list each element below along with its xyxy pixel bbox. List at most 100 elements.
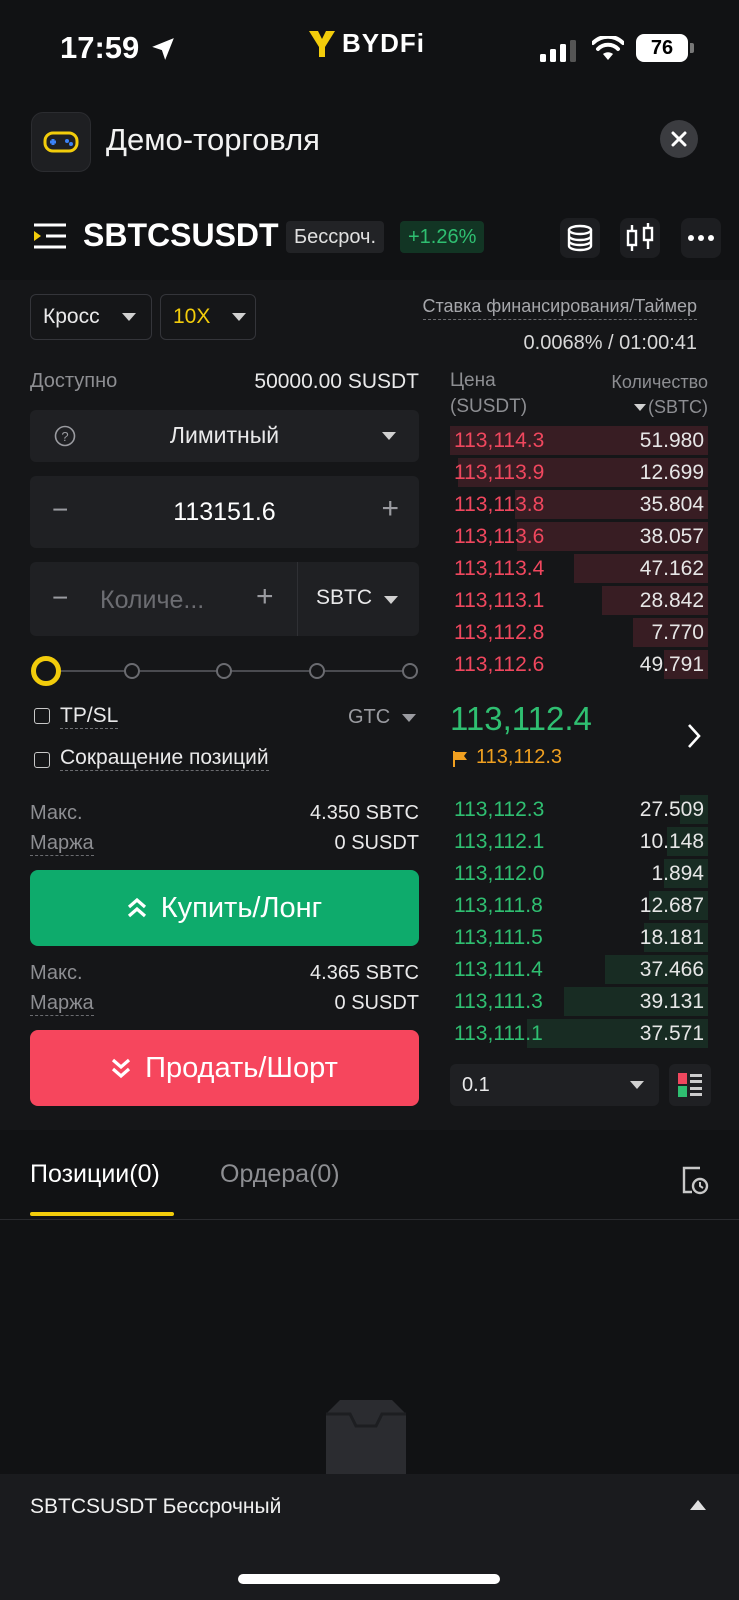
pair-symbol[interactable]: SBTCSUSDT bbox=[83, 217, 279, 254]
sell-short-button[interactable]: Продать/Шорт bbox=[30, 1030, 419, 1106]
ob-qty-header-2[interactable]: (SBTC) bbox=[648, 397, 708, 418]
bydfi-logo: BYDFi bbox=[308, 28, 425, 59]
ask-row[interactable]: 113,112.6 49.791 bbox=[450, 649, 708, 680]
bid-row[interactable]: 113,112.3 27.509 bbox=[450, 794, 708, 825]
close-icon bbox=[671, 131, 687, 147]
gamepad-icon bbox=[43, 131, 79, 153]
buy-long-button[interactable]: Купить/Лонг bbox=[30, 870, 419, 946]
bid-row[interactable]: 113,112.1 10.148 bbox=[450, 826, 708, 857]
bid-row[interactable]: 113,111.4 37.466 bbox=[450, 954, 708, 985]
time-in-force-select[interactable]: GTC bbox=[348, 706, 390, 729]
buy-margin-label: Маржа bbox=[30, 832, 94, 856]
buy-max-value: 4.350 SBTC bbox=[310, 802, 419, 824]
bid-price: 113,111.1 bbox=[454, 1022, 543, 1045]
sell-margin-value: 0 SUSDT bbox=[334, 992, 419, 1014]
more-dots-icon bbox=[688, 235, 714, 241]
home-indicator bbox=[238, 1574, 500, 1584]
ask-row[interactable]: 113,112.8 7.770 bbox=[450, 617, 708, 648]
mark-price: 113,112.3 bbox=[476, 746, 563, 768]
quantity-input-box[interactable]: − Количе... + SBTC bbox=[30, 562, 419, 636]
chevron-right-icon[interactable] bbox=[686, 722, 702, 750]
ob-qty-header-1: Количество bbox=[611, 372, 708, 392]
buy-max-label: Макс. bbox=[30, 802, 83, 824]
funding-rate-value: 0.0068% / 01:00:41 bbox=[523, 332, 697, 354]
more-button[interactable] bbox=[681, 218, 721, 258]
ask-row[interactable]: 113,114.3 51.980 bbox=[450, 425, 708, 456]
bid-row[interactable]: 113,111.1 37.571 bbox=[450, 1018, 708, 1049]
slider-step-75[interactable] bbox=[309, 663, 325, 679]
margin-mode-select[interactable]: Кросс bbox=[30, 294, 152, 340]
orderbook-layout-button[interactable] bbox=[669, 1064, 711, 1106]
chevron-down-icon bbox=[402, 714, 416, 722]
ask-price: 113,112.6 bbox=[454, 653, 545, 676]
ask-quantity: 38.057 bbox=[639, 525, 704, 548]
chevron-down-icon bbox=[232, 313, 247, 321]
status-time: 17:59 bbox=[60, 30, 140, 65]
slider-step-50[interactable] bbox=[216, 663, 232, 679]
ask-row[interactable]: 113,113.1 28.842 bbox=[450, 585, 708, 616]
quantity-decrement-button[interactable]: − bbox=[52, 582, 68, 614]
tab-orders[interactable]: Ордера(0) bbox=[220, 1160, 340, 1189]
close-demo-button[interactable] bbox=[660, 120, 698, 158]
bottom-pair-label: SBTCSUSDT Бессрочный bbox=[30, 1495, 282, 1518]
flag-icon bbox=[453, 751, 467, 767]
bid-quantity: 1.894 bbox=[651, 862, 704, 885]
location-arrow-icon bbox=[152, 38, 174, 60]
bid-quantity: 12.687 bbox=[639, 894, 704, 917]
ob-price-header-1: Цена bbox=[450, 370, 496, 391]
pair-menu-icon[interactable] bbox=[34, 222, 66, 250]
assets-button[interactable] bbox=[560, 218, 600, 258]
price-increment-button[interactable]: + bbox=[381, 492, 399, 526]
quantity-input[interactable]: Количе... bbox=[100, 586, 204, 615]
ask-row[interactable]: 113,113.6 38.057 bbox=[450, 521, 708, 552]
ask-row[interactable]: 113,113.4 47.162 bbox=[450, 553, 708, 584]
size-slider-knob[interactable] bbox=[31, 656, 61, 686]
bid-row[interactable]: 113,111.3 39.131 bbox=[450, 986, 708, 1017]
price-change-badge: +1.26% bbox=[400, 221, 485, 253]
double-chevron-down-icon bbox=[112, 1058, 131, 1079]
order-type-label: Лимитный bbox=[169, 422, 280, 448]
tpsl-checkbox[interactable] bbox=[34, 708, 50, 724]
ask-quantity: 28.842 bbox=[639, 589, 704, 612]
funding-rate-label[interactable]: Ставка финансирования/Таймер bbox=[422, 296, 697, 320]
history-icon[interactable] bbox=[680, 1164, 710, 1196]
leverage-select[interactable]: 10X bbox=[160, 294, 256, 340]
chevron-up-icon bbox=[690, 1500, 706, 1510]
logo-text: BYDFi bbox=[342, 28, 425, 58]
ask-quantity: 47.162 bbox=[639, 557, 704, 580]
ask-price: 113,113.1 bbox=[454, 589, 545, 612]
bid-quantity: 10.148 bbox=[639, 830, 704, 853]
bid-row[interactable]: 113,111.5 18.181 bbox=[450, 922, 708, 953]
slider-step-100[interactable] bbox=[402, 663, 418, 679]
bid-quantity: 39.131 bbox=[639, 990, 704, 1013]
bid-row[interactable]: 113,111.8 12.687 bbox=[450, 890, 708, 921]
quantity-increment-button[interactable]: + bbox=[256, 580, 274, 614]
chevron-down-icon bbox=[121, 313, 136, 321]
ask-price: 113,113.8 bbox=[454, 493, 545, 516]
ask-price: 113,113.6 bbox=[454, 525, 545, 548]
database-icon bbox=[567, 224, 593, 252]
ask-row[interactable]: 113,113.8 35.804 bbox=[450, 489, 708, 520]
precision-value: 0.1 bbox=[462, 1074, 490, 1096]
price-input[interactable]: 113151.6 bbox=[30, 498, 419, 527]
sell-max-label: Макс. bbox=[30, 962, 83, 984]
available-label: Доступно bbox=[30, 370, 118, 392]
tab-positions[interactable]: Позиции(0) bbox=[30, 1160, 160, 1189]
ask-row[interactable]: 113,113.9 12.699 bbox=[450, 457, 708, 488]
bid-price: 113,112.0 bbox=[454, 862, 545, 885]
chart-button[interactable] bbox=[620, 218, 660, 258]
quantity-unit-select[interactable]: SBTC bbox=[316, 586, 372, 610]
leverage-label: 10X bbox=[173, 305, 211, 328]
margin-mode-label: Кросс bbox=[43, 305, 100, 328]
slider-step-25[interactable] bbox=[124, 663, 140, 679]
precision-select[interactable]: 0.1 bbox=[450, 1064, 659, 1106]
battery-tip bbox=[690, 43, 694, 53]
wifi-icon bbox=[592, 36, 624, 60]
bid-price: 113,111.5 bbox=[454, 926, 543, 949]
battery-indicator: 76 bbox=[636, 34, 688, 62]
price-input-box[interactable]: − 113151.6 + bbox=[30, 476, 419, 548]
order-type-select[interactable]: ? Лимитный bbox=[30, 410, 419, 462]
reduce-only-checkbox[interactable] bbox=[34, 752, 50, 768]
bid-row[interactable]: 113,112.0 1.894 bbox=[450, 858, 708, 889]
ask-price: 113,112.8 bbox=[454, 621, 545, 644]
